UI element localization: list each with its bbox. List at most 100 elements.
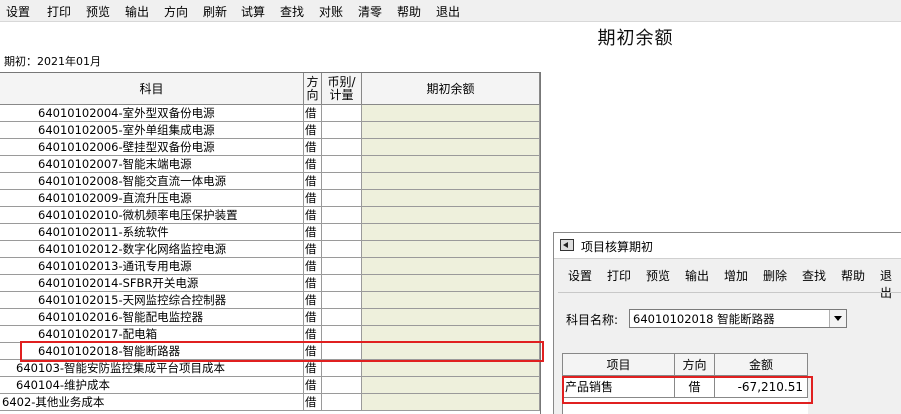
column-header-currency[interactable]: 币别/ 计量 bbox=[322, 73, 362, 105]
menu-direction[interactable]: 方向 bbox=[164, 3, 188, 20]
subject-cell[interactable]: 64010102004-室外型双备份电源 bbox=[0, 105, 304, 121]
subject-cell[interactable]: 640103-智能安防监控集成平台项目成本 bbox=[0, 360, 304, 376]
balance-cell[interactable] bbox=[362, 105, 540, 121]
currency-cell[interactable] bbox=[322, 275, 362, 291]
direction-cell[interactable]: 借 bbox=[304, 224, 322, 240]
balance-cell[interactable] bbox=[362, 122, 540, 138]
subject-cell[interactable]: 6402-其他业务成本 bbox=[0, 394, 304, 410]
direction-cell[interactable]: 借 bbox=[304, 292, 322, 308]
balance-cell[interactable] bbox=[362, 173, 540, 189]
dialog-btn-exit[interactable]: 退出 bbox=[880, 267, 901, 301]
menu-print[interactable]: 打印 bbox=[47, 3, 71, 20]
direction-cell[interactable]: 借 bbox=[304, 258, 322, 274]
dialog-btn-find[interactable]: 查找 bbox=[802, 267, 826, 284]
dialog-btn-help[interactable]: 帮助 bbox=[841, 267, 865, 284]
table-row[interactable]: 64010102014-SFBR开关电源借 bbox=[0, 275, 540, 292]
balance-cell[interactable] bbox=[362, 139, 540, 155]
balance-cell[interactable] bbox=[362, 394, 540, 410]
currency-cell[interactable] bbox=[322, 224, 362, 240]
currency-cell[interactable] bbox=[322, 139, 362, 155]
menu-clear[interactable]: 清零 bbox=[358, 3, 382, 20]
currency-cell[interactable] bbox=[322, 394, 362, 410]
direction-cell[interactable]: 借 bbox=[304, 105, 322, 121]
balance-cell[interactable] bbox=[362, 275, 540, 291]
menu-reconcile[interactable]: 对账 bbox=[319, 3, 343, 20]
dialog-btn-settings[interactable]: 设置 bbox=[568, 267, 592, 284]
currency-cell[interactable] bbox=[322, 105, 362, 121]
subject-cell[interactable]: 64010102008-智能交直流一体电源 bbox=[0, 173, 304, 189]
direction-cell[interactable]: 借 bbox=[304, 190, 322, 206]
dialog-titlebar[interactable]: 项目核算期初 bbox=[554, 233, 901, 259]
balance-cell[interactable] bbox=[362, 360, 540, 376]
table-row[interactable]: 640104-维护成本借 bbox=[0, 377, 540, 394]
subject-name-select[interactable]: 64010102018 智能断路器 bbox=[629, 309, 847, 328]
table-row[interactable]: 64010102010-微机频率电压保护装置借 bbox=[0, 207, 540, 224]
direction-cell[interactable]: 借 bbox=[304, 207, 322, 223]
table-row[interactable]: 64010102004-室外型双备份电源借 bbox=[0, 105, 540, 122]
subject-cell[interactable]: 64010102009-直流升压电源 bbox=[0, 190, 304, 206]
menu-find[interactable]: 查找 bbox=[280, 3, 304, 20]
direction-cell[interactable]: 借 bbox=[304, 275, 322, 291]
balance-cell[interactable] bbox=[362, 326, 540, 342]
direction-cell[interactable]: 借 bbox=[304, 156, 322, 172]
balance-cell[interactable] bbox=[362, 258, 540, 274]
currency-cell[interactable] bbox=[322, 309, 362, 325]
balance-cell[interactable] bbox=[362, 156, 540, 172]
direction-cell[interactable]: 借 bbox=[304, 360, 322, 376]
dialog-btn-delete[interactable]: 删除 bbox=[763, 267, 787, 284]
menu-settings[interactable]: 设置 bbox=[6, 3, 30, 20]
direction-cell[interactable]: 借 bbox=[304, 122, 322, 138]
subject-cell[interactable]: 64010102012-数字化网络监控电源 bbox=[0, 241, 304, 257]
table-row[interactable]: 64010102012-数字化网络监控电源借 bbox=[0, 241, 540, 258]
balance-cell[interactable] bbox=[362, 224, 540, 240]
menu-preview[interactable]: 预览 bbox=[86, 3, 110, 20]
menu-help[interactable]: 帮助 bbox=[397, 3, 421, 20]
balance-cell[interactable] bbox=[362, 241, 540, 257]
table-row[interactable]: 64010102011-系统软件借 bbox=[0, 224, 540, 241]
table-row[interactable]: 64010102005-室外单组集成电源借 bbox=[0, 122, 540, 139]
table-row[interactable]: 64010102008-智能交直流一体电源借 bbox=[0, 173, 540, 190]
currency-cell[interactable] bbox=[322, 326, 362, 342]
currency-cell[interactable] bbox=[322, 360, 362, 376]
table-row[interactable]: 640103-智能安防监控集成平台项目成本借 bbox=[0, 360, 540, 377]
currency-cell[interactable] bbox=[322, 292, 362, 308]
dialog-btn-add[interactable]: 增加 bbox=[724, 267, 748, 284]
direction-cell[interactable]: 借 bbox=[304, 309, 322, 325]
currency-cell[interactable] bbox=[322, 207, 362, 223]
column-header-subject[interactable]: 科目 bbox=[0, 73, 304, 105]
table-row[interactable]: 6402-其他业务成本借 bbox=[0, 394, 540, 411]
direction-cell[interactable]: 借 bbox=[304, 394, 322, 410]
table-row[interactable]: 64010102009-直流升压电源借 bbox=[0, 190, 540, 207]
currency-cell[interactable] bbox=[322, 190, 362, 206]
balance-cell[interactable] bbox=[362, 190, 540, 206]
column-header-direction[interactable]: 方 向 bbox=[304, 73, 322, 105]
balance-cell[interactable] bbox=[362, 292, 540, 308]
column-header-amount[interactable]: 金额 bbox=[715, 354, 808, 376]
table-row[interactable]: 64010102013-通讯专用电源借 bbox=[0, 258, 540, 275]
table-row[interactable]: 64010102016-智能配电监控器借 bbox=[0, 309, 540, 326]
table-row[interactable]: 64010102007-智能末端电源借 bbox=[0, 156, 540, 173]
balance-cell[interactable] bbox=[362, 377, 540, 393]
column-header-direction[interactable]: 方向 bbox=[675, 354, 715, 376]
subject-cell[interactable]: 64010102007-智能末端电源 bbox=[0, 156, 304, 172]
balance-cell[interactable] bbox=[362, 309, 540, 325]
dialog-btn-print[interactable]: 打印 bbox=[607, 267, 631, 284]
subject-cell[interactable]: 64010102017-配电箱 bbox=[0, 326, 304, 342]
menu-exit[interactable]: 退出 bbox=[436, 3, 460, 20]
balance-cell[interactable] bbox=[362, 207, 540, 223]
subject-cell[interactable]: 64010102005-室外单组集成电源 bbox=[0, 122, 304, 138]
menu-trial-balance[interactable]: 试算 bbox=[241, 3, 265, 20]
direction-cell[interactable]: 借 bbox=[304, 173, 322, 189]
currency-cell[interactable] bbox=[322, 156, 362, 172]
currency-cell[interactable] bbox=[322, 241, 362, 257]
subject-cell[interactable]: 64010102014-SFBR开关电源 bbox=[0, 275, 304, 291]
subject-cell[interactable]: 64010102011-系统软件 bbox=[0, 224, 304, 240]
dialog-btn-export[interactable]: 输出 bbox=[685, 267, 709, 284]
currency-cell[interactable] bbox=[322, 258, 362, 274]
direction-cell[interactable]: 借 bbox=[304, 139, 322, 155]
subject-cell[interactable]: 640104-维护成本 bbox=[0, 377, 304, 393]
dialog-btn-preview[interactable]: 预览 bbox=[646, 267, 670, 284]
table-row[interactable]: 64010102015-天网监控综合控制器借 bbox=[0, 292, 540, 309]
menu-refresh[interactable]: 刷新 bbox=[203, 3, 227, 20]
direction-cell[interactable]: 借 bbox=[304, 377, 322, 393]
